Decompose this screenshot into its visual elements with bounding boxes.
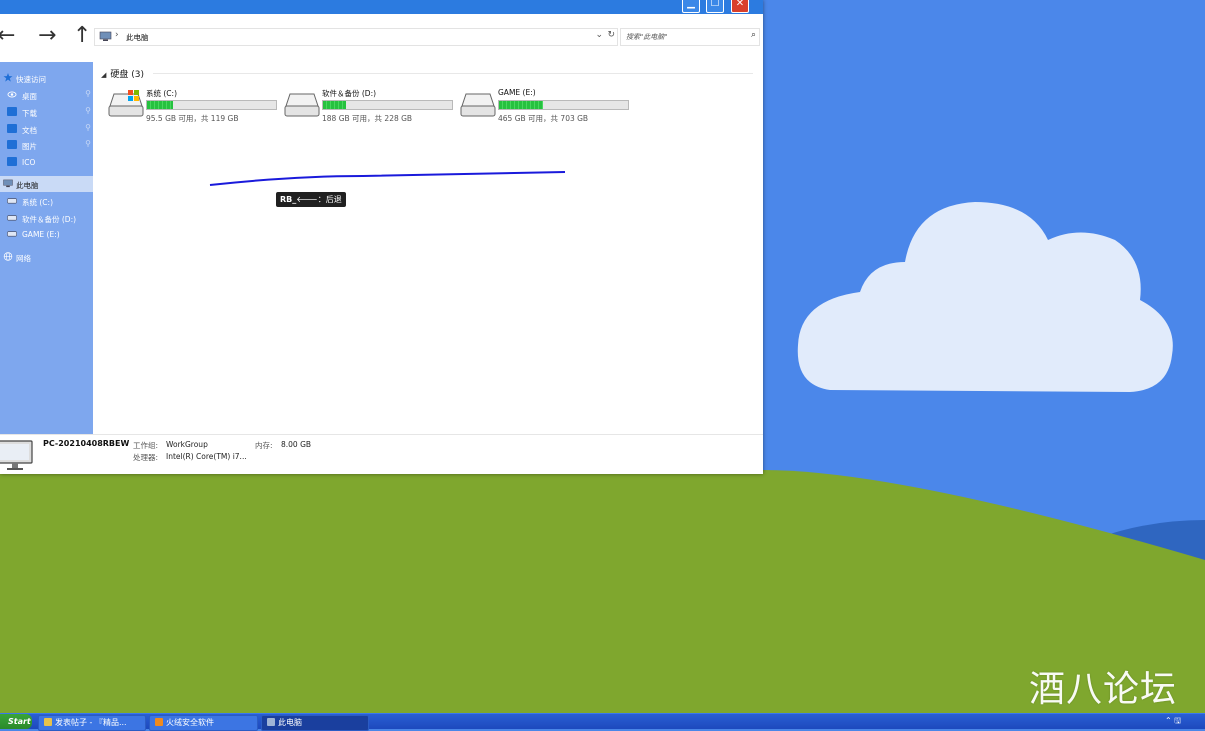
pin-icon[interactable]: ⚲ — [85, 106, 91, 115]
folder-icon — [7, 157, 17, 166]
sidebar-item-label: 快速访问 — [16, 75, 46, 84]
sidebar-item-network[interactable]: 网络 — [0, 249, 93, 265]
workgroup-label: 工作组: — [133, 441, 159, 450]
back-button[interactable]: ← — [0, 24, 15, 48]
drive-icon — [7, 215, 17, 221]
download-folder-icon — [7, 107, 17, 116]
cpu-value: Intel(R) Core(TM) i7... — [166, 452, 247, 461]
forward-button[interactable]: → — [38, 24, 56, 48]
maximize-button[interactable]: ☐ — [706, 0, 724, 13]
taskbar: Start 发表帖子 - 『精品... 火绒安全软件 此电脑 ⌃ 🖫 — [0, 713, 1205, 731]
refresh-icon[interactable]: ↻ — [607, 30, 615, 40]
pin-icon[interactable]: ⚲ — [85, 89, 91, 98]
gesture-trail-overlay — [209, 171, 566, 186]
pin-icon[interactable]: ⚲ — [85, 139, 91, 148]
workgroup-value: WorkGroup — [166, 440, 208, 449]
breadcrumb-separator: › — [115, 30, 119, 40]
search-input[interactable]: 搜索"此电脑" ⌕ — [620, 28, 760, 46]
cpu-label: 处理器: — [133, 453, 159, 462]
taskbar-item-label: 火绒安全软件 — [166, 718, 214, 727]
drive-icon — [7, 231, 17, 237]
sidebar-item-this-pc[interactable]: 此电脑 — [0, 176, 93, 192]
drive-icon — [7, 198, 17, 204]
cloud — [797, 202, 1173, 392]
file-view: ◢ 硬盘 (3) 系统 (C:) 95.5 GB 可用，共 119 GB 软件＆备… — [93, 62, 763, 434]
file-explorer-window: ▁ ☐ ✕ ← → ↑ › 此电脑 ⌄ ↻ 搜索"此电脑" ⌕ 快速访问 桌面 … — [0, 0, 763, 474]
sidebar-item-label: 系统 (C:) — [22, 198, 53, 207]
computer-name: PC-20210408RBEW — [43, 439, 130, 448]
breadcrumb-this-pc[interactable]: 此电脑 — [126, 32, 149, 43]
sidebar-item-label: 文档 — [22, 126, 37, 135]
taskbar-item-post[interactable]: 发表帖子 - 『精品... — [38, 715, 146, 731]
chevron-down-icon[interactable]: ⌄ — [595, 30, 603, 40]
sidebar-item-desktop[interactable]: 桌面 ⚲ — [0, 87, 93, 103]
close-button[interactable]: ✕ — [731, 0, 749, 13]
star-icon — [3, 73, 13, 82]
address-bar[interactable]: › 此电脑 ⌄ ↻ — [94, 28, 618, 46]
forum-watermark: 酒八论坛 — [1028, 669, 1177, 710]
navigation-pane: 快速访问 桌面 ⚲ 下载 ⚲ 文档 ⚲ 图片 ⚲ ICO 此电脑 系统 (C:)… — [0, 62, 93, 434]
sidebar-item-label: 图片 — [22, 142, 37, 151]
browser-icon — [44, 718, 52, 726]
shield-icon — [155, 718, 163, 726]
sidebar-item-label: 软件＆备份 (D:) — [22, 215, 77, 224]
sidebar-item-drive-e[interactable]: GAME (E:) — [0, 226, 93, 242]
taskbar-item-label: 发表帖子 - 『精品... — [55, 718, 127, 727]
navigation-bar: ← → ↑ › 此电脑 ⌄ ↻ 搜索"此电脑" ⌕ — [0, 22, 763, 52]
sidebar-item-quick-access[interactable]: 快速访问 — [0, 70, 93, 86]
search-placeholder: 搜索"此电脑" — [626, 33, 668, 41]
taskbar-item-huorong[interactable]: 火绒安全软件 — [149, 715, 258, 731]
sidebar-item-label: GAME (E:) — [22, 230, 60, 239]
window-titlebar[interactable]: ▁ ☐ ✕ — [0, 0, 763, 14]
taskbar-item-label: 此电脑 — [278, 718, 302, 727]
tooltip-action: ：后退 — [317, 195, 342, 204]
monitor-icon — [0, 440, 33, 470]
eye-icon — [7, 91, 17, 98]
sidebar-item-drive-c[interactable]: 系统 (C:) — [0, 193, 93, 209]
sidebar-item-ico[interactable]: ICO — [0, 154, 93, 170]
documents-folder-icon — [7, 124, 17, 133]
computer-icon — [99, 31, 112, 41]
sidebar-item-label: 下载 — [22, 109, 37, 118]
details-pane: PC-20210408RBEW 工作组: WorkGroup 内存: 8.00 … — [0, 434, 763, 474]
up-button[interactable]: ↑ — [73, 24, 91, 48]
sidebar-item-downloads[interactable]: 下载 ⚲ — [0, 104, 93, 120]
sidebar-item-pictures[interactable]: 图片 ⚲ — [0, 137, 93, 153]
computer-icon — [267, 718, 275, 726]
sidebar-item-documents[interactable]: 文档 ⚲ — [0, 121, 93, 137]
back-arrow-icon: 🡐 — [296, 195, 318, 204]
sidebar-item-label: 此电脑 — [16, 181, 39, 190]
globe-icon — [3, 252, 13, 261]
start-button[interactable]: Start — [0, 714, 32, 729]
search-icon[interactable]: ⌕ — [751, 30, 756, 40]
sidebar-item-label: 网络 — [16, 254, 31, 263]
green-hill — [0, 470, 1205, 713]
sidebar-item-drive-d[interactable]: 软件＆备份 (D:) — [0, 210, 93, 226]
system-tray[interactable]: ⌃ 🖫 — [1165, 714, 1205, 729]
tooltip-button-label: RB_ — [280, 195, 297, 204]
sidebar-item-label: 桌面 — [22, 92, 37, 101]
pin-icon[interactable]: ⚲ — [85, 123, 91, 132]
computer-icon — [3, 179, 13, 188]
minimize-button[interactable]: ▁ — [682, 0, 700, 13]
memory-label: 内存: — [255, 441, 273, 450]
pictures-folder-icon — [7, 140, 17, 149]
taskbar-item-this-pc[interactable]: 此电脑 — [261, 715, 369, 731]
gesture-tooltip: RB_🡐：后退 — [276, 192, 346, 207]
memory-value: 8.00 GB — [281, 440, 312, 449]
gesture-trail-line — [209, 171, 566, 186]
sidebar-item-label: ICO — [22, 158, 36, 167]
